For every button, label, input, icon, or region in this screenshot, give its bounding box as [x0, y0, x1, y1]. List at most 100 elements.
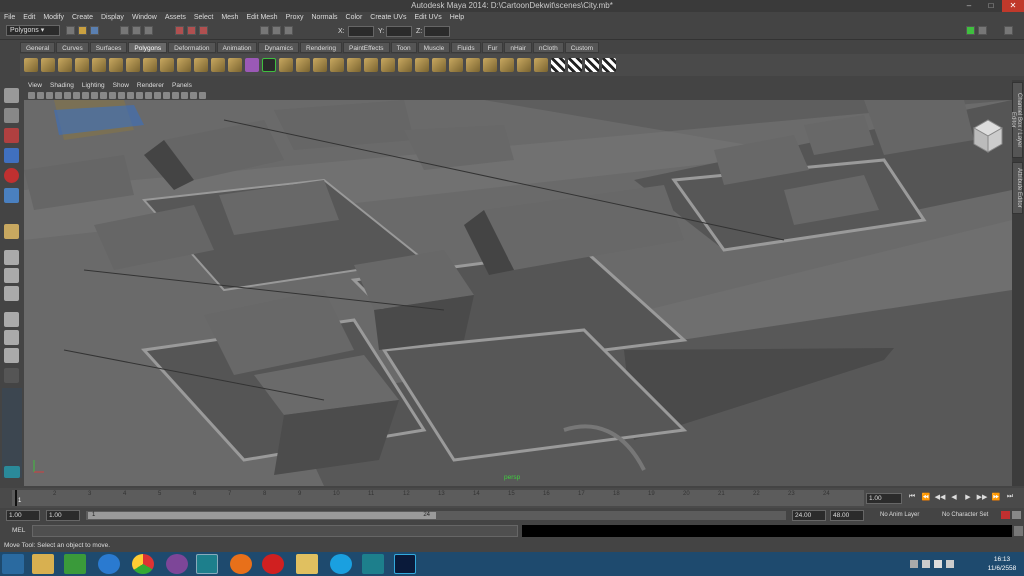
tray-arrow-icon[interactable] [910, 560, 918, 568]
outliner-layout-icon[interactable] [4, 330, 19, 345]
y-field[interactable] [386, 26, 412, 37]
booleans-icon[interactable] [245, 58, 259, 72]
playback-start-field[interactable]: 1.00 [46, 510, 80, 521]
photoshop-icon[interactable] [394, 554, 416, 574]
menu-modify[interactable]: Modify [43, 14, 64, 21]
minimize-button[interactable]: – [958, 0, 980, 12]
panel-menu-renderer[interactable]: Renderer [137, 82, 164, 89]
persp-outliner-layout-icon[interactable] [4, 312, 19, 327]
menu-edit-uvs[interactable]: Edit UVs [414, 14, 441, 21]
poly-cube-icon[interactable] [41, 58, 55, 72]
smooth-icon[interactable] [262, 58, 276, 72]
isolate-select-icon[interactable] [199, 91, 206, 99]
character-set-select[interactable]: No Character Set [942, 512, 988, 518]
select-camera-icon[interactable] [28, 91, 35, 99]
channel-box-tab[interactable]: Channel Box / Layer Editor [1010, 82, 1023, 158]
skype-icon[interactable] [330, 554, 352, 574]
wireframe-on-shaded-icon[interactable] [145, 91, 152, 99]
snap-curve-icon[interactable] [187, 26, 196, 35]
rotate-tool-icon[interactable] [4, 168, 19, 183]
current-time-marker[interactable] [15, 490, 17, 506]
xray-icon[interactable] [181, 91, 188, 99]
play-forwards-button[interactable]: ▶ [962, 493, 974, 501]
maximize-button[interactable]: □ [980, 0, 1002, 12]
move-tool-icon[interactable] [4, 148, 19, 163]
spherical-mapping-icon[interactable] [517, 58, 531, 72]
combine-icon[interactable] [194, 58, 208, 72]
menu-set-select[interactable]: Polygons ▾ [6, 25, 60, 36]
shelf-tab-polygons[interactable]: Polygons [128, 42, 168, 53]
menu-assets[interactable]: Assets [165, 14, 186, 21]
extract-icon[interactable] [228, 58, 242, 72]
menu-help[interactable]: Help [450, 14, 464, 21]
ipr-render-icon[interactable] [272, 26, 281, 35]
uv-layout-icon[interactable] [585, 58, 599, 72]
command-language-label[interactable]: MEL [12, 527, 25, 534]
menu-edit[interactable]: Edit [23, 14, 35, 21]
anim-layer-select[interactable]: No Anim Layer [880, 512, 919, 518]
collapse-icon[interactable] [449, 58, 463, 72]
shadows-icon[interactable] [172, 91, 179, 99]
maya-second-icon[interactable] [362, 554, 384, 574]
select-object-icon[interactable] [132, 26, 141, 35]
x-field[interactable] [348, 26, 374, 37]
menu-create[interactable]: Create [72, 14, 93, 21]
shelf-tab-custom[interactable]: Custom [564, 42, 600, 53]
field-chart-icon[interactable] [100, 91, 107, 99]
planar-mapping-icon[interactable] [483, 58, 497, 72]
time-slider-track[interactable]: 1 2 3 4 5 6 7 8 9 10 11 12 13 14 15 16 1… [12, 490, 864, 506]
lasso-tool-icon[interactable] [4, 108, 19, 123]
poly-cylinder-icon[interactable] [58, 58, 72, 72]
split-polygon-icon[interactable] [364, 58, 378, 72]
grid-icon[interactable] [64, 91, 71, 99]
menu-proxy[interactable]: Proxy [286, 14, 304, 21]
go-to-end-button[interactable]: ⏭ [1004, 493, 1016, 501]
separate-icon[interactable] [211, 58, 225, 72]
shelf-tab-animation[interactable]: Animation [216, 42, 258, 53]
menu-color[interactable]: Color [346, 14, 363, 21]
shelf-tab-general[interactable]: General [20, 42, 56, 53]
append-polygon-icon[interactable] [347, 58, 361, 72]
command-input[interactable] [32, 525, 518, 537]
toggle-tool-settings-icon[interactable] [1004, 26, 1013, 35]
script-editor-icon[interactable] [1014, 526, 1023, 536]
panel-menu-lighting[interactable]: Lighting [82, 82, 105, 89]
tray-volume-icon[interactable] [934, 560, 942, 568]
scale-tool-icon[interactable] [4, 188, 19, 203]
paint-select-tool-icon[interactable] [4, 128, 19, 143]
render-current-icon[interactable] [260, 26, 269, 35]
attribute-editor-tab[interactable]: Attribute Editor [1012, 162, 1023, 214]
perspective-viewport[interactable]: persp [24, 100, 1012, 486]
safe-action-icon[interactable] [109, 91, 116, 99]
menu-window[interactable]: Window [132, 14, 157, 21]
bridge-icon[interactable] [296, 58, 310, 72]
hypershade-layout-icon[interactable] [4, 348, 19, 363]
menu-display[interactable]: Display [101, 14, 124, 21]
wireframe-icon[interactable] [127, 91, 134, 99]
poly-prism-icon[interactable] [126, 58, 140, 72]
use-all-lights-icon[interactable] [163, 91, 170, 99]
clock[interactable]: 16:13 11/6/2558 [982, 555, 1022, 573]
preferences-icon[interactable] [1012, 511, 1021, 519]
open-scene-icon[interactable] [78, 26, 87, 35]
fill-hole-icon[interactable] [313, 58, 327, 72]
snap-grid-icon[interactable] [175, 26, 184, 35]
shelf-tab-toon[interactable]: Toon [390, 42, 417, 53]
firefox-icon[interactable] [230, 554, 252, 574]
camera-attributes-icon[interactable] [37, 91, 44, 99]
store-icon[interactable] [64, 554, 86, 574]
render-settings-icon[interactable] [284, 26, 293, 35]
poly-sphere-icon[interactable] [24, 58, 38, 72]
step-back-frame-button[interactable]: ◀◀ [934, 493, 946, 501]
gate-mask-icon[interactable] [91, 91, 98, 99]
toolbox-more-icon[interactable] [4, 368, 19, 383]
bevel-icon[interactable] [415, 58, 429, 72]
shelf-tab-fluids[interactable]: Fluids [451, 42, 481, 53]
chrome-icon[interactable] [132, 554, 154, 574]
poly-pyramid-icon[interactable] [143, 58, 157, 72]
xray-joints-icon[interactable] [190, 91, 197, 99]
z-field[interactable] [424, 26, 450, 37]
automatic-mapping-icon[interactable] [534, 58, 548, 72]
play-backwards-button[interactable]: ◀ [948, 493, 960, 501]
playback-end-field[interactable]: 24.00 [792, 510, 826, 521]
